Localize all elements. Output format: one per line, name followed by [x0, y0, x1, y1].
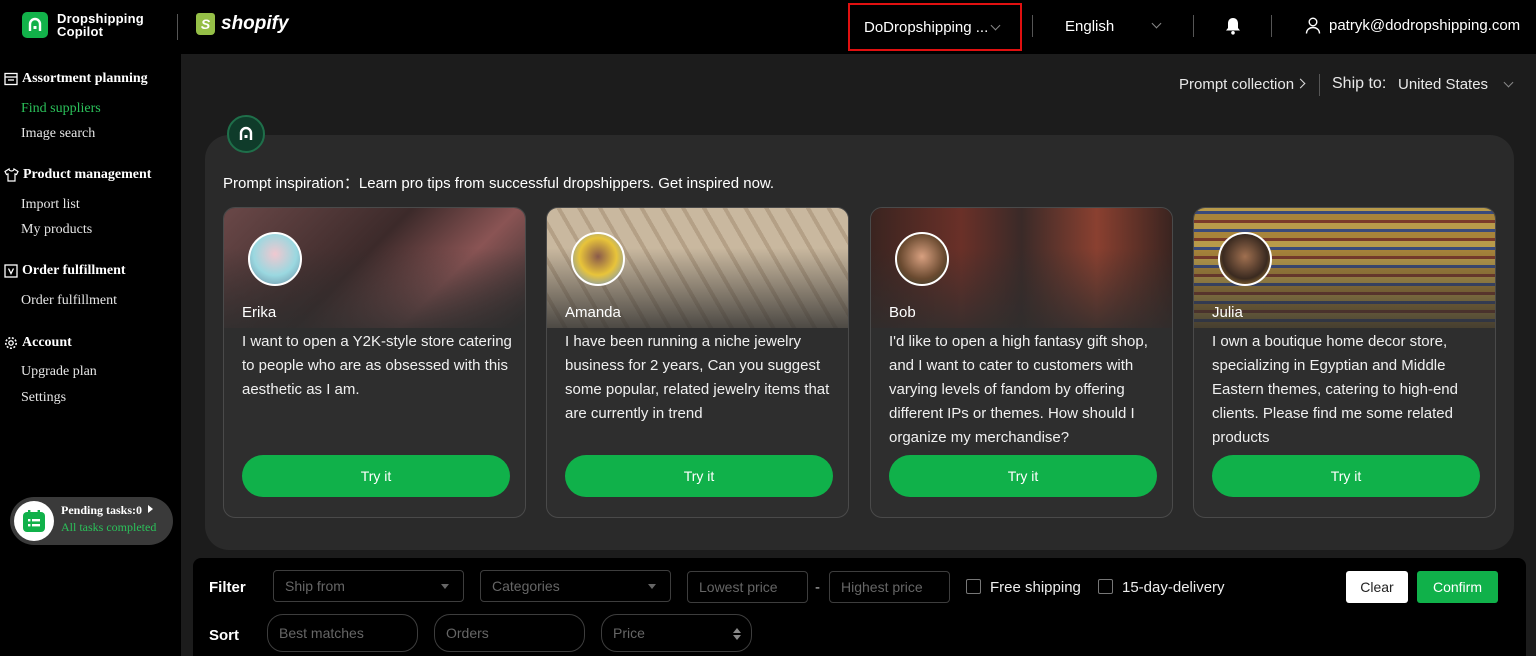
section-order-fulfillment[interactable]: Order fulfillment [4, 263, 126, 279]
prompt-card-julia: Julia I own a boutique home decor store,… [1193, 207, 1496, 518]
section-assortment-planning[interactable]: Assortment planning [4, 71, 148, 87]
card-author-name: Amanda [565, 304, 621, 321]
sidebar-item-import-list[interactable]: Import list [21, 197, 80, 213]
chevron-right-icon [1295, 78, 1306, 89]
user-email: patryk@dodropshipping.com [1329, 17, 1521, 34]
pending-tasks-widget[interactable]: Pending tasks:0 All tasks completed [10, 497, 173, 545]
highest-price-input[interactable]: Highest price [829, 571, 950, 603]
sort-arrows-icon [733, 628, 741, 640]
avatar [1218, 232, 1272, 286]
pending-tasks-title: Pending tasks:0 [61, 503, 154, 518]
chevron-down-icon [990, 20, 1001, 31]
ship-from-select[interactable]: Ship from [273, 570, 464, 602]
card-prompt-text: I want to open a Y2K-style store caterin… [242, 333, 512, 398]
filter-label: Filter [209, 579, 246, 596]
categories-select[interactable]: Categories [480, 570, 671, 602]
confirm-button[interactable]: Confirm [1417, 571, 1498, 603]
prompt-collection-link[interactable]: Prompt collection [1179, 76, 1306, 93]
free-shipping-checkbox[interactable] [966, 579, 981, 594]
brand-name: Dropshipping Copilot [57, 12, 144, 38]
shopify-logo: S shopify [196, 13, 289, 35]
top-bar: Dropshipping Copilot S shopify DoDropshi… [0, 0, 1536, 54]
fast-delivery-checkbox[interactable] [1098, 579, 1113, 594]
sort-best-matches[interactable]: Best matches [267, 614, 418, 652]
chevron-down-icon[interactable] [1151, 18, 1162, 29]
sidebar-item-image-search[interactable]: Image search [21, 126, 95, 142]
try-it-button[interactable]: Try it [1212, 455, 1480, 497]
avatar [571, 232, 625, 286]
user-icon [1305, 17, 1321, 34]
sidebar-item-order-fulfillment[interactable]: Order fulfillment [21, 293, 117, 309]
sidebar-item-my-products[interactable]: My products [21, 222, 92, 238]
divider [1319, 74, 1320, 96]
card-prompt-text: I'd like to open a high fantasy gift sho… [889, 333, 1148, 446]
ship-to-label: Ship to: [1332, 75, 1387, 92]
categories-placeholder: Categories [492, 578, 560, 594]
try-it-button[interactable]: Try it [565, 455, 833, 497]
card-author-name: Julia [1212, 304, 1243, 321]
section-title: Assortment planning [22, 71, 148, 86]
free-shipping-label[interactable]: Free shipping [990, 579, 1081, 596]
caret-down-icon [441, 584, 449, 589]
section-title: Product management [23, 167, 152, 182]
store-name: DoDropshipping ... [864, 19, 989, 36]
order-icon [4, 264, 18, 278]
platform-name: shopify [221, 13, 289, 34]
store-selector[interactable]: DoDropshipping ... [848, 3, 1022, 51]
ship-from-placeholder: Ship from [285, 578, 345, 594]
prompt-card-erika: Erika I want to open a Y2K-style store c… [223, 207, 526, 518]
section-product-management[interactable]: Product management [4, 167, 151, 183]
sidebar: Assortment planning Find suppliers Image… [0, 54, 181, 656]
avatar [895, 232, 949, 286]
section-account[interactable]: Account [4, 335, 72, 351]
card-author-name: Erika [242, 304, 277, 321]
clipboard-icon [4, 72, 18, 86]
card-prompt-text: I have been running a niche jewelry busi… [565, 333, 830, 422]
user-menu[interactable]: patryk@dodropshipping.com [1305, 17, 1520, 34]
shopify-bag-icon: S [196, 13, 215, 35]
divider [1032, 15, 1033, 37]
try-it-button[interactable]: Try it [889, 455, 1157, 497]
chevron-down-icon[interactable] [1503, 77, 1514, 88]
sidebar-item-upgrade-plan[interactable]: Upgrade plan [21, 364, 97, 380]
sidebar-item-settings[interactable]: Settings [21, 390, 66, 406]
card-author-name: Bob [889, 304, 916, 321]
sort-orders[interactable]: Orders [434, 614, 585, 652]
sort-price-label: Price [613, 625, 645, 641]
prompt-card-amanda: Amanda I have been running a niche jewel… [546, 207, 849, 518]
section-title: Order fulfillment [22, 263, 126, 278]
caret-right-icon [148, 505, 154, 513]
divider [1193, 15, 1194, 37]
section-title: Account [22, 335, 72, 350]
price-range-dash: - [815, 579, 820, 596]
prompt-card-bob: Bob I'd like to open a high fantasy gift… [870, 207, 1173, 518]
card-prompt-text: I own a boutique home decor store, speci… [1212, 333, 1458, 446]
prompt-inspiration-text: Prompt inspiration：Learn pro tips from s… [223, 175, 775, 192]
divider [1271, 15, 1272, 37]
shirt-icon [4, 168, 19, 182]
prompt-collection-label: Prompt collection [1179, 76, 1295, 93]
try-it-button[interactable]: Try it [242, 455, 510, 497]
sort-price[interactable]: Price [601, 614, 752, 652]
pending-tasks-count: Pending tasks:0 [61, 503, 143, 517]
task-list-icon [14, 501, 54, 541]
copilot-bot-avatar [227, 115, 265, 153]
sidebar-item-find-suppliers[interactable]: Find suppliers [21, 101, 101, 117]
pending-tasks-status: All tasks completed [61, 520, 157, 534]
app-logo[interactable]: Dropshipping Copilot [22, 12, 144, 38]
clear-button[interactable]: Clear [1346, 571, 1408, 603]
sort-label: Sort [209, 627, 239, 644]
ship-to-select[interactable]: United States [1398, 76, 1488, 93]
copilot-logo-icon [22, 12, 48, 38]
caret-down-icon [648, 584, 656, 589]
brand-line-2: Copilot [57, 24, 104, 39]
fast-delivery-label[interactable]: 15-day-delivery [1122, 579, 1225, 596]
bell-icon[interactable] [1225, 17, 1241, 40]
divider [177, 14, 178, 40]
language-selector[interactable]: English [1065, 18, 1114, 35]
avatar [248, 232, 302, 286]
gear-icon [5, 337, 17, 349]
lowest-price-input[interactable]: Lowest price [687, 571, 808, 603]
